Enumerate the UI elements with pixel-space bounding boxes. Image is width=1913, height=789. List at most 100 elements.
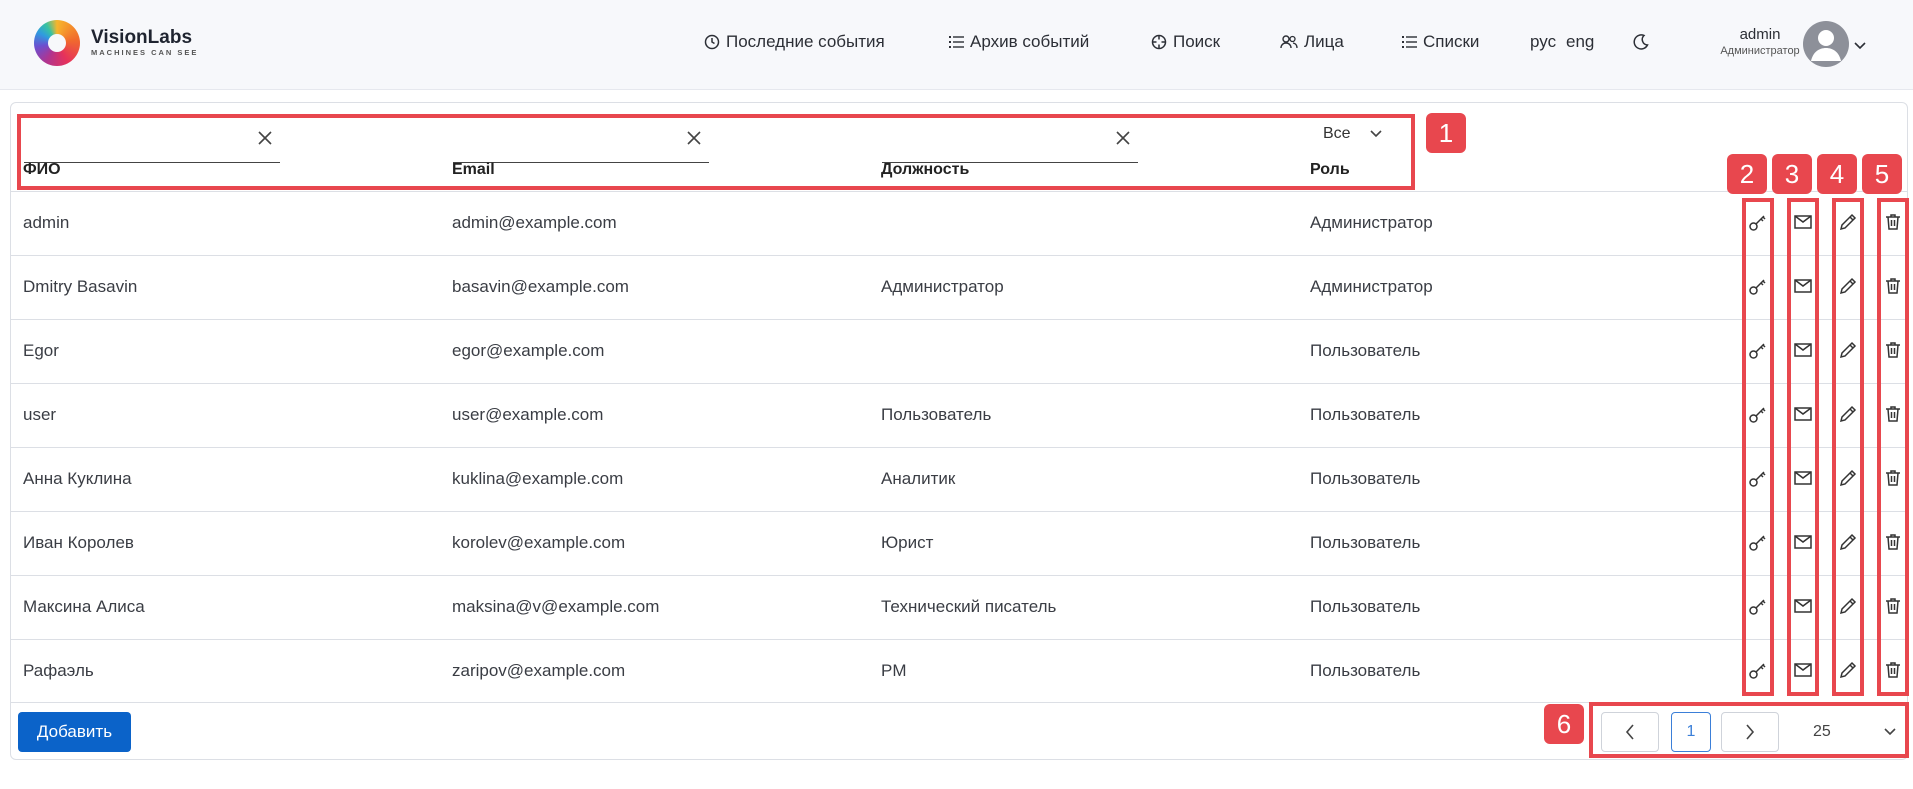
nav-lists[interactable]: Списки	[1402, 32, 1479, 52]
key-icon[interactable]	[1748, 660, 1768, 685]
key-icon[interactable]	[1748, 532, 1768, 557]
cell-position: PM	[881, 661, 907, 680]
chevron-down-icon	[1370, 130, 1382, 138]
email-filter[interactable]	[453, 119, 709, 163]
cell-name: Dmitry Basavin	[23, 277, 138, 296]
table-row: Egor egor@example.com Пользователь	[11, 319, 1907, 383]
add-user-button[interactable]: Добавить	[18, 712, 131, 752]
avatar[interactable]	[1803, 21, 1849, 67]
mail-icon[interactable]	[1793, 660, 1813, 685]
role-filter-select[interactable]: Все	[1323, 125, 1383, 143]
chevron-down-icon	[1884, 728, 1896, 736]
name-filter-input[interactable]	[24, 127, 244, 157]
pencil-icon[interactable]	[1838, 660, 1858, 685]
pencil-icon[interactable]	[1838, 596, 1858, 621]
cell-role: Пользователь	[1310, 661, 1421, 680]
nav-events-archive[interactable]: Архив событий	[949, 32, 1089, 52]
mail-icon[interactable]	[1793, 212, 1813, 237]
cell-email: basavin@example.com	[452, 277, 629, 296]
annotation-badge-4: 4	[1817, 154, 1857, 194]
mail-icon[interactable]	[1793, 596, 1813, 621]
pencil-icon[interactable]	[1838, 340, 1858, 365]
mail-icon[interactable]	[1793, 404, 1813, 429]
crosshair-icon	[1151, 34, 1167, 50]
key-icon[interactable]	[1748, 276, 1768, 301]
logo-title: VisionLabs	[91, 27, 193, 48]
name-filter[interactable]	[24, 119, 280, 163]
top-header: VisionLabs MACHINES CAN SEE Последние со…	[0, 0, 1913, 90]
nav-search[interactable]: Поиск	[1151, 32, 1220, 52]
clear-icon[interactable]	[687, 131, 701, 145]
cell-position: Администратор	[881, 277, 1004, 296]
email-filter-input[interactable]	[453, 127, 673, 157]
trash-icon[interactable]	[1883, 532, 1903, 557]
position-filter-input[interactable]	[882, 127, 1102, 157]
trash-icon[interactable]	[1883, 212, 1903, 237]
cell-email: egor@example.com	[452, 341, 605, 360]
cell-name: Egor	[23, 341, 59, 360]
key-icon[interactable]	[1748, 596, 1768, 621]
page-number-button[interactable]: 1	[1671, 712, 1711, 752]
chevron-down-icon[interactable]	[1853, 38, 1867, 56]
next-page-button[interactable]	[1721, 712, 1779, 752]
cell-name: Максина Алиса	[23, 597, 145, 616]
pencil-icon[interactable]	[1838, 468, 1858, 493]
annotation-badge-3: 3	[1772, 154, 1812, 194]
theme-toggle[interactable]	[1632, 33, 1650, 56]
role-filter-value: Все	[1323, 125, 1351, 142]
mail-icon[interactable]	[1793, 532, 1813, 557]
logo-subtitle: MACHINES CAN SEE	[91, 48, 199, 57]
trash-icon[interactable]	[1883, 276, 1903, 301]
cell-email: kuklina@example.com	[452, 469, 624, 488]
pencil-icon[interactable]	[1838, 212, 1858, 237]
cell-position: Аналитик	[881, 469, 956, 488]
position-filter[interactable]	[882, 119, 1138, 163]
table-row: Иван Королев korolev@example.com Юрист Поль…	[11, 511, 1907, 575]
moon-icon	[1633, 34, 1649, 50]
key-icon[interactable]	[1748, 404, 1768, 429]
key-icon[interactable]	[1748, 468, 1768, 493]
clear-icon[interactable]	[1116, 131, 1130, 145]
page-size-select[interactable]: 25	[1797, 712, 1913, 752]
mail-icon[interactable]	[1793, 276, 1813, 301]
nav-label: Поиск	[1173, 32, 1221, 51]
table-row: user user@example.com Пользователь Пользова…	[11, 383, 1907, 447]
pencil-icon[interactable]	[1838, 532, 1858, 557]
prev-page-button[interactable]	[1601, 712, 1659, 752]
annotation-badge-6: 6	[1544, 704, 1584, 744]
cell-position: Пользователь	[881, 405, 992, 424]
cell-name: Рафаэль	[23, 661, 94, 680]
cell-name: admin	[23, 213, 70, 232]
logo-ring-icon	[34, 20, 80, 66]
key-icon[interactable]	[1748, 212, 1768, 237]
key-icon[interactable]	[1748, 340, 1768, 365]
lang-en-link[interactable]: eng	[1566, 32, 1594, 52]
trash-icon[interactable]	[1883, 660, 1903, 685]
nav-faces[interactable]: Лица	[1280, 32, 1344, 52]
table-row: Рафаэль zaripov@example.com PM Пользователь	[11, 639, 1907, 703]
chevron-left-icon	[1625, 724, 1634, 740]
trash-icon[interactable]	[1883, 404, 1903, 429]
nav-label: Списки	[1423, 32, 1480, 51]
cell-role: Пользователь	[1310, 469, 1421, 488]
pencil-icon[interactable]	[1838, 276, 1858, 301]
mail-icon[interactable]	[1793, 340, 1813, 365]
nav-latest-events[interactable]: Последние события	[704, 32, 885, 52]
trash-icon[interactable]	[1883, 596, 1903, 621]
cell-position: Технический писатель	[881, 597, 1057, 616]
cell-email: admin@example.com	[452, 213, 617, 232]
annotation-badge-1: 1	[1426, 113, 1466, 153]
table-row: admin admin@example.com Администратор	[11, 191, 1907, 255]
logo[interactable]: VisionLabs MACHINES CAN SEE	[34, 20, 198, 66]
user-avatar-icon	[1811, 30, 1841, 61]
mail-icon[interactable]	[1793, 468, 1813, 493]
column-header-name: ФИО	[23, 161, 61, 178]
lang-ru-link[interactable]: рус	[1530, 32, 1556, 52]
trash-icon[interactable]	[1883, 340, 1903, 365]
cell-role: Пользователь	[1310, 597, 1421, 616]
table-row: Dmitry Basavin basavin@example.com Админис…	[11, 255, 1907, 319]
trash-icon[interactable]	[1883, 468, 1903, 493]
users-table-body: admin admin@example.com Администратор Dmitr…	[11, 191, 1907, 703]
pencil-icon[interactable]	[1838, 404, 1858, 429]
clear-icon[interactable]	[258, 131, 272, 145]
